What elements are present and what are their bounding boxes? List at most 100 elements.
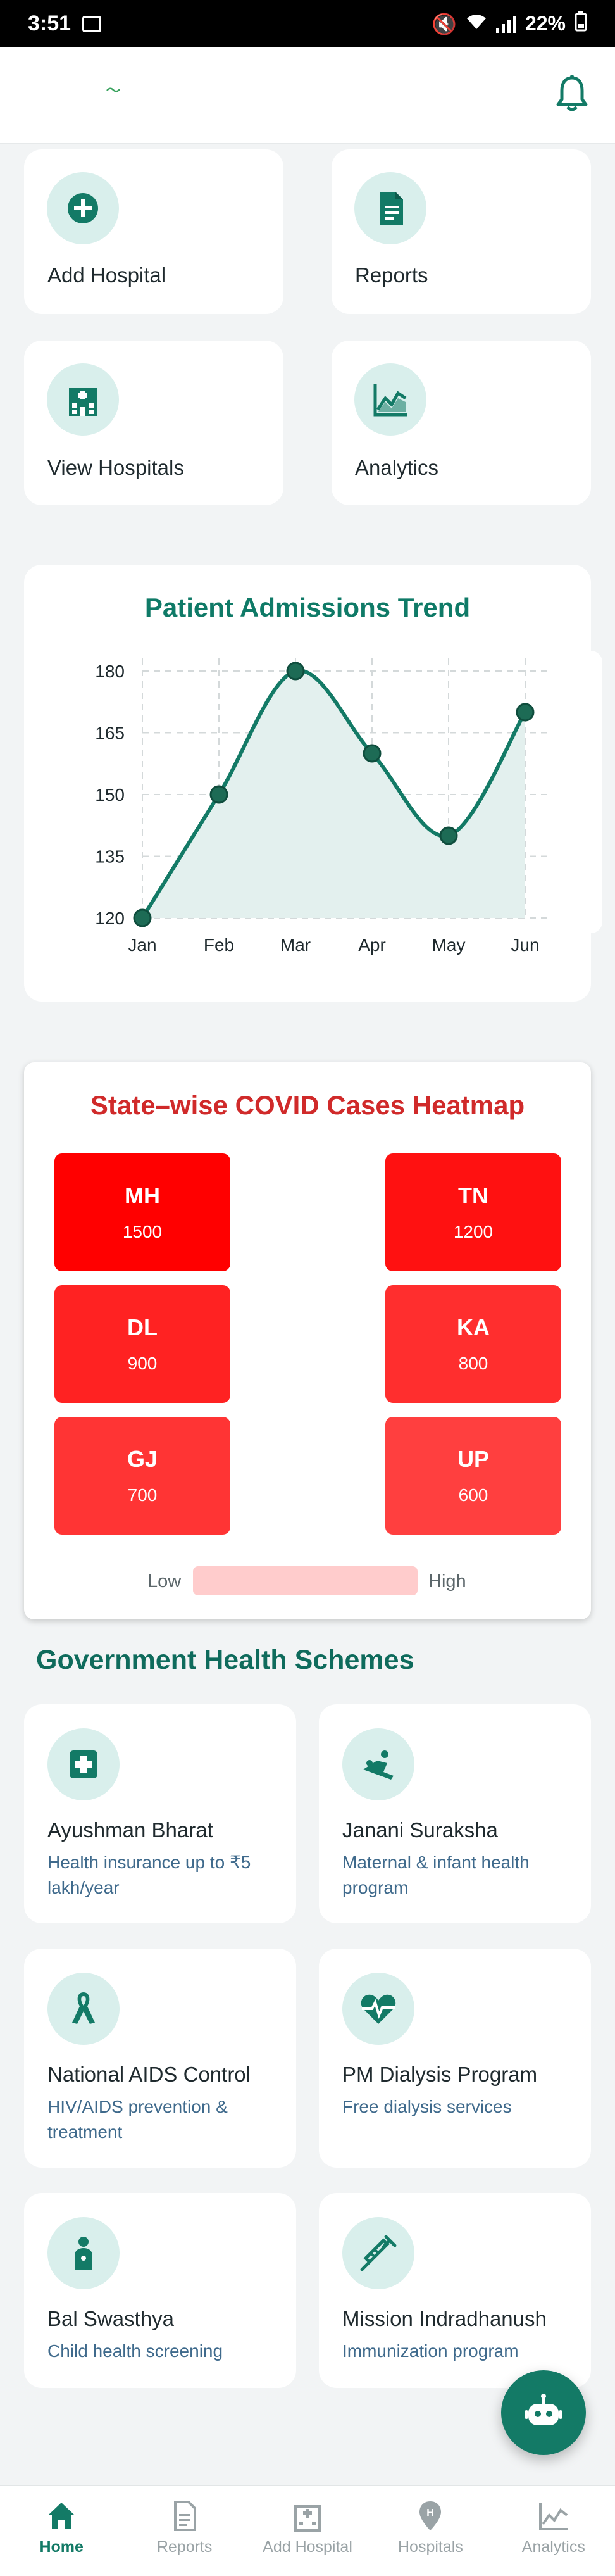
scheme-description: Health insurance up to ₹5 lakh/year xyxy=(47,1850,251,1901)
scheme-description-line: treatment xyxy=(47,2122,123,2142)
tile-case-count: 600 xyxy=(458,1485,488,1505)
schemes-section-title: Government Health Schemes xyxy=(36,1645,414,1675)
scheme-description-line: Free dialysis services xyxy=(342,2097,512,2116)
line-chart-icon xyxy=(354,363,426,436)
scheme-description-line: program xyxy=(342,1878,409,1897)
hospital-building-icon xyxy=(294,2505,321,2532)
nav-analytics[interactable]: Analytics xyxy=(492,2486,615,2576)
tile-case-count: 900 xyxy=(127,1354,158,1373)
scheme-card-ayushman-bharat[interactable]: Ayushman Bharat Health insurance up to ₹… xyxy=(24,1704,296,1923)
battery-percent: 22% xyxy=(525,12,566,35)
scheme-title: Mission Indradhanush xyxy=(342,2307,547,2330)
nav-hospitals-label: Hospitals xyxy=(398,2538,463,2556)
scheme-description-line: Immunization program xyxy=(342,2341,519,2361)
home-icon xyxy=(48,2503,75,2529)
scheme-card-pm-dialysis[interactable]: PM Dialysis Program Free dialysis servic… xyxy=(319,1949,591,2168)
nav-analytics-label: Analytics xyxy=(521,2538,585,2556)
y-tick-label: 165 xyxy=(95,724,125,743)
scheme-description-line: Child health screening xyxy=(47,2341,223,2361)
tile-state-code: KA xyxy=(457,1314,490,1340)
heat-tile-dl[interactable]: DL 900 xyxy=(54,1285,230,1403)
x-tick-label: Jan xyxy=(128,935,156,955)
heatmap-title: State–wise COVID Cases Heatmap xyxy=(90,1090,525,1120)
data-point xyxy=(439,826,458,845)
medical-cross-icon xyxy=(47,1728,120,1800)
hospital-building-icon xyxy=(47,363,119,436)
scheme-card-national-aids-control[interactable]: National AIDS Control HIV/AIDS preventio… xyxy=(24,1949,296,2168)
legend-low-label: Low xyxy=(147,1571,182,1592)
nav-add-hospital-label: Add Hospital xyxy=(263,2538,352,2556)
scheme-card-mission-indradhanush[interactable]: Mission Indradhanush Immunization progra… xyxy=(319,2193,591,2388)
document-icon xyxy=(354,172,426,244)
scheme-title: Ayushman Bharat xyxy=(47,1818,213,1842)
awareness-ribbon-icon xyxy=(47,1973,120,2045)
tile-state-code: GJ xyxy=(127,1446,158,1472)
heart-pulse-icon xyxy=(342,1973,414,2045)
heatmap-legend-bar xyxy=(193,1566,418,1595)
scheme-card-janani-suraksha[interactable]: Janani Suraksha Maternal & infant health… xyxy=(319,1704,591,1923)
scheme-title: Janani Suraksha xyxy=(342,1818,498,1842)
heat-tile-ka[interactable]: KA 800 xyxy=(385,1285,561,1403)
app-logo-icon xyxy=(106,87,120,92)
scheme-description: Free dialysis services xyxy=(342,2094,512,2120)
data-point xyxy=(286,662,305,681)
scheme-description-line: lakh/year xyxy=(47,1878,120,1897)
scheme-card-bal-swasthya[interactable]: Bal Swasthya Child health screening xyxy=(24,2193,296,2388)
bottom-navigation: Home Reports Add Hospital H Hospitals An… xyxy=(0,2485,615,2576)
nav-reports[interactable]: Reports xyxy=(123,2486,245,2576)
y-tick-label: 135 xyxy=(95,847,125,867)
scheme-title: Bal Swasthya xyxy=(47,2307,174,2330)
assistant-fab-button[interactable] xyxy=(501,2370,586,2455)
tile-state-code: UP xyxy=(457,1446,489,1472)
scheme-description-line: Health insurance up to ₹5 xyxy=(47,1852,251,1872)
scheme-description: Maternal & infant health program xyxy=(342,1850,530,1901)
scheme-description: Immunization program xyxy=(342,2339,519,2364)
data-point xyxy=(209,785,228,804)
scheme-title: PM Dialysis Program xyxy=(342,2063,538,2086)
scheme-description: Child health screening xyxy=(47,2339,223,2364)
reports-card[interactable]: Reports xyxy=(332,149,591,314)
data-point xyxy=(133,908,152,927)
syringe-icon xyxy=(342,2217,414,2289)
x-tick-label: Feb xyxy=(204,935,234,955)
nav-add-hospital[interactable]: Add Hospital xyxy=(246,2486,369,2576)
nav-reports-label: Reports xyxy=(156,2538,213,2556)
add-hospital-card[interactable]: Add Hospital xyxy=(24,149,283,314)
nav-hospitals[interactable]: H Hospitals xyxy=(369,2486,492,2576)
heat-tile-mh[interactable]: MH 1500 xyxy=(54,1153,230,1271)
wifi-icon xyxy=(466,12,487,35)
status-time: 3:51 xyxy=(28,11,71,35)
heat-tile-up[interactable]: UP 600 xyxy=(385,1417,561,1535)
x-tick-label: May xyxy=(432,935,466,955)
tile-case-count: 1500 xyxy=(122,1222,163,1241)
add-circle-icon xyxy=(47,172,119,244)
battery-icon xyxy=(575,11,587,37)
y-tick-label: 150 xyxy=(95,785,125,805)
document-icon xyxy=(173,2501,196,2531)
heat-tile-tn[interactable]: TN 1200 xyxy=(385,1153,561,1271)
x-tick-label: Jun xyxy=(511,935,539,955)
tile-state-code: MH xyxy=(125,1183,160,1209)
scheme-title: National AIDS Control xyxy=(47,2063,251,2086)
nav-home[interactable]: Home xyxy=(0,2486,123,2576)
bell-icon[interactable] xyxy=(554,73,590,113)
status-right-group: 🔇 22% xyxy=(432,11,587,37)
view-hospitals-label: View Hospitals xyxy=(47,456,184,479)
y-tick-label: 180 xyxy=(95,662,125,681)
child-icon xyxy=(47,2217,120,2289)
mother-child-icon xyxy=(342,1728,414,1800)
legend-high-label: High xyxy=(428,1571,466,1592)
mute-icon: 🔇 xyxy=(432,12,457,35)
analytics-card[interactable]: Analytics xyxy=(332,341,591,505)
data-point xyxy=(363,744,382,763)
add-hospital-label: Add Hospital xyxy=(47,263,166,287)
status-time-group: 3:51 xyxy=(28,11,102,36)
scheme-description: HIV/AIDS prevention & treatment xyxy=(47,2094,228,2145)
scheme-description-line: Maternal & infant health xyxy=(342,1852,530,1872)
heat-tile-gj[interactable]: GJ 700 xyxy=(54,1417,230,1535)
view-hospitals-card[interactable]: View Hospitals xyxy=(24,341,283,505)
data-point xyxy=(516,703,535,722)
nav-home-label: Home xyxy=(39,2538,84,2556)
x-tick-label: Apr xyxy=(358,935,386,955)
y-tick-label: 120 xyxy=(95,908,125,928)
